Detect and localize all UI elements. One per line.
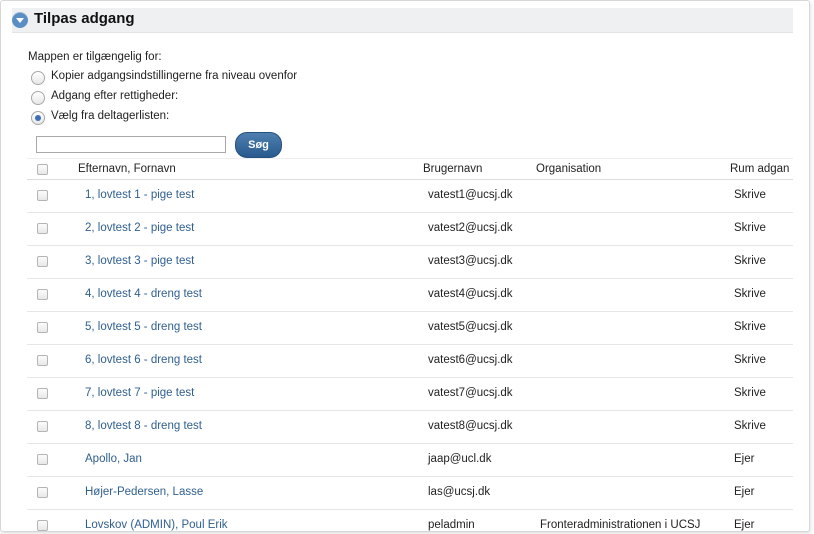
access-level-cell: Skrive bbox=[734, 222, 766, 234]
radio-label: Kopier adgangsindstillingerne fra niveau… bbox=[51, 70, 298, 82]
access-level-cell: Skrive bbox=[734, 321, 766, 333]
username-cell: vatest5@ucsj.dk bbox=[428, 321, 513, 333]
row-checkbox[interactable] bbox=[37, 256, 48, 267]
radio-label: Adgang efter rettigheder: bbox=[51, 90, 179, 102]
row-checkbox[interactable] bbox=[37, 520, 48, 531]
row-checkbox[interactable] bbox=[37, 223, 48, 234]
access-level-cell: Skrive bbox=[734, 354, 766, 366]
access-panel: Tilpas adgang Mappen er tilgængelig for:… bbox=[0, 0, 810, 532]
participant-name-link[interactable]: 7, lovtest 7 - pige test bbox=[85, 387, 194, 399]
section-header: Tilpas adgang bbox=[12, 8, 793, 33]
username-cell: vatest8@ucsj.dk bbox=[428, 420, 513, 432]
row-checkbox[interactable] bbox=[37, 421, 48, 432]
table-row: 4, lovtest 4 - dreng test vatest4@ucsj.dk… bbox=[27, 278, 793, 312]
access-level-cell: Skrive bbox=[734, 387, 766, 399]
radio-button-selected[interactable] bbox=[31, 111, 45, 125]
select-all-checkbox[interactable] bbox=[37, 164, 48, 175]
access-level-cell: Ejer bbox=[734, 519, 755, 531]
row-checkbox[interactable] bbox=[37, 388, 48, 399]
search-button[interactable]: Søg bbox=[235, 132, 282, 158]
table-row: 7, lovtest 7 - pige test vatest7@ucsj.dk S… bbox=[27, 377, 793, 411]
column-header-access[interactable]: Rum adgan bbox=[730, 163, 789, 175]
section-title: Tilpas adgang bbox=[34, 10, 135, 27]
table-header: Efternavn, Fornavn Brugernavn Organisati… bbox=[27, 158, 793, 180]
table-row: 5, lovtest 5 - dreng test vatest5@ucsj.dk… bbox=[27, 311, 793, 345]
participant-name-link[interactable]: 1, lovtest 1 - pige test bbox=[85, 189, 194, 201]
participant-name-link[interactable]: 4, lovtest 4 - dreng test bbox=[85, 288, 202, 300]
username-cell: vatest4@ucsj.dk bbox=[428, 288, 513, 300]
radio-label: Vælg fra deltagerlisten: bbox=[51, 110, 170, 122]
username-cell: vatest3@ucsj.dk bbox=[428, 255, 513, 267]
username-cell: vatest1@ucsj.dk bbox=[428, 189, 513, 201]
table-row: 1, lovtest 1 - pige test vatest1@ucsj.dk S… bbox=[27, 179, 793, 213]
table-row: 8, lovtest 8 - dreng test vatest8@ucsj.dk… bbox=[27, 410, 793, 444]
row-checkbox[interactable] bbox=[37, 190, 48, 201]
username-cell: vatest6@ucsj.dk bbox=[428, 354, 513, 366]
availability-label: Mappen er tilgængelig for: bbox=[28, 51, 162, 63]
column-header-username[interactable]: Brugernavn bbox=[423, 163, 482, 175]
table-row: Apollo, Jan jaap@ucl.dk Ejer bbox=[27, 443, 793, 477]
table-row: 6, lovtest 6 - dreng test vatest6@ucsj.dk… bbox=[27, 344, 793, 378]
access-level-cell: Skrive bbox=[734, 255, 766, 267]
table-row: Højer-Pedersen, Lasse las@ucsj.dk Ejer bbox=[27, 476, 793, 510]
access-level-cell: Skrive bbox=[734, 189, 766, 201]
organisation-cell: Fronteradministrationen i UCSJ bbox=[540, 519, 701, 531]
username-cell: peladmin bbox=[428, 519, 475, 531]
participant-name-link[interactable]: Lovskov (ADMIN), Poul Erik bbox=[85, 519, 228, 531]
participant-name-link[interactable]: 2, lovtest 2 - pige test bbox=[85, 222, 194, 234]
table-row: Lovskov (ADMIN), Poul Erik peladmin Fronte… bbox=[27, 509, 793, 531]
access-level-cell: Ejer bbox=[734, 453, 755, 465]
access-level-cell: Ejer bbox=[734, 486, 755, 498]
username-cell: vatest7@ucsj.dk bbox=[428, 387, 513, 399]
search-input[interactable] bbox=[36, 136, 226, 153]
row-checkbox[interactable] bbox=[37, 355, 48, 366]
username-cell: jaap@ucl.dk bbox=[428, 453, 492, 465]
table-row: 3, lovtest 3 - pige test vatest3@ucsj.dk S… bbox=[27, 245, 793, 279]
radio-button[interactable] bbox=[31, 91, 45, 105]
participant-name-link[interactable]: 5, lovtest 5 - dreng test bbox=[85, 321, 202, 333]
access-level-cell: Skrive bbox=[734, 420, 766, 432]
column-header-name[interactable]: Efternavn, Fornavn bbox=[78, 163, 176, 175]
participant-name-link[interactable]: 6, lovtest 6 - dreng test bbox=[85, 354, 202, 366]
username-cell: las@ucsj.dk bbox=[428, 486, 491, 498]
row-checkbox[interactable] bbox=[37, 322, 48, 333]
row-checkbox[interactable] bbox=[37, 487, 48, 498]
row-checkbox[interactable] bbox=[37, 454, 48, 465]
access-level-cell: Skrive bbox=[734, 288, 766, 300]
participant-name-link[interactable]: 3, lovtest 3 - pige test bbox=[85, 255, 194, 267]
participant-name-link[interactable]: Apollo, Jan bbox=[85, 453, 142, 465]
table-row: 2, lovtest 2 - pige test vatest2@ucsj.dk S… bbox=[27, 212, 793, 246]
participant-name-link[interactable]: Højer-Pedersen, Lasse bbox=[85, 486, 203, 498]
column-header-organisation[interactable]: Organisation bbox=[536, 163, 601, 175]
row-checkbox[interactable] bbox=[37, 289, 48, 300]
radio-button[interactable] bbox=[31, 71, 45, 85]
username-cell: vatest2@ucsj.dk bbox=[428, 222, 513, 234]
collapse-toggle-icon[interactable] bbox=[12, 12, 28, 28]
participant-name-link[interactable]: 8, lovtest 8 - dreng test bbox=[85, 420, 202, 432]
